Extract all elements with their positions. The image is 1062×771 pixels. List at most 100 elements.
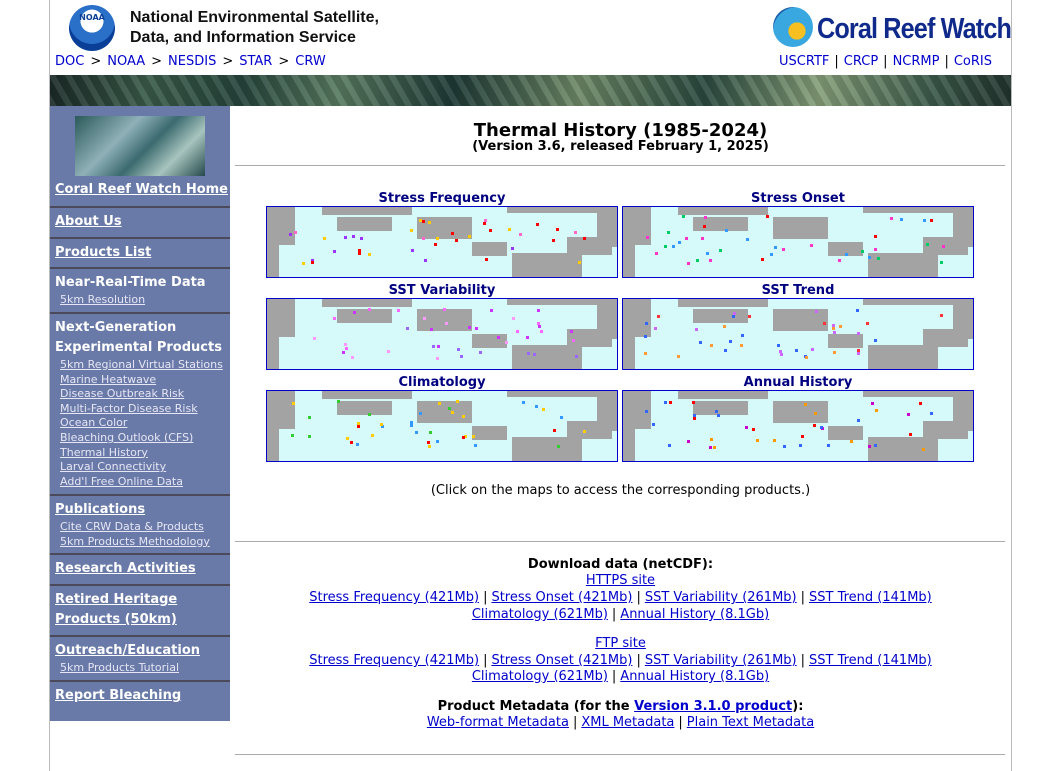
map-reef-marker (371, 434, 375, 438)
sidebar-link-nextgen[interactable]: 5km Regional Virtual Stations (60, 358, 230, 373)
breadcrumb-crw[interactable]: CRW (295, 54, 325, 69)
https-site-link[interactable]: HTTPS site (586, 573, 655, 588)
sidebar-link-nextgen[interactable]: Ocean Color (60, 416, 230, 431)
map-reef-marker (572, 339, 576, 343)
map-landmass (267, 337, 279, 369)
breadcrumb-noaa[interactable]: NOAA (107, 54, 145, 69)
map-landmass (472, 334, 507, 348)
ftp-download-sst-trend[interactable]: SST Trend (141Mb) (809, 653, 932, 668)
download-sst-variability[interactable]: SST Variability (261Mb) (645, 590, 797, 605)
map-reef-marker (534, 405, 538, 409)
ftp-site-link[interactable]: FTP site (595, 636, 646, 651)
breadcrumb-star[interactable]: STAR (239, 54, 272, 69)
map-stress-onset[interactable] (622, 206, 974, 278)
breadcrumb-separator: > (151, 54, 163, 69)
map-reef-marker (291, 434, 295, 438)
sidebar-link-home[interactable]: Coral Reef Watch Home (55, 180, 230, 200)
metadata-text-link[interactable]: Plain Text Metadata (687, 715, 814, 730)
ftp-download-climatology[interactable]: Climatology (621Mb) (472, 669, 608, 684)
download-stress-onset[interactable]: Stress Onset (421Mb) (491, 590, 632, 605)
map-reef-marker (766, 215, 770, 219)
download-sst-trend[interactable]: SST Trend (141Mb) (809, 590, 932, 605)
map-reef-marker (669, 401, 673, 405)
map-reef-marker (437, 344, 440, 348)
map-reef-marker (462, 436, 466, 440)
sidebar-link-nextgen[interactable]: Disease Outbreak Risk (60, 387, 230, 402)
sidebar-item-retired: Retired Heritage Products (50km) (50, 584, 230, 630)
breadcrumb-doc[interactable]: DOC (55, 54, 84, 69)
metadata-xml-link[interactable]: XML Metadata (581, 715, 674, 730)
reef-banner-image (50, 75, 1011, 106)
map-sst-variability[interactable] (266, 298, 618, 370)
map-sst-trend[interactable] (622, 298, 974, 370)
sidebar-link-research[interactable]: Research Activities (55, 559, 230, 579)
download-climatology[interactable]: Climatology (621Mb) (472, 607, 608, 622)
map-reef-marker (368, 253, 372, 257)
map-reef-marker (832, 326, 836, 330)
map-reef-marker (678, 240, 682, 244)
breadcrumb-nesdis[interactable]: NESDIS (168, 54, 216, 69)
map-reef-marker (798, 443, 802, 447)
sidebar-link-tutorial[interactable]: 5km Products Tutorial (60, 661, 230, 676)
map-reef-marker (856, 332, 860, 336)
noaa-logo[interactable]: NOAA (69, 5, 115, 51)
sidebar-link-about[interactable]: About Us (55, 212, 230, 232)
map-reef-marker (773, 245, 777, 249)
sidebar-link-nextgen[interactable]: Bleaching Outlook (CFS) (60, 431, 230, 446)
metadata-web-link[interactable]: Web-format Metadata (427, 715, 569, 730)
map-reef-marker (877, 257, 881, 261)
sidebar-link-retired-2[interactable]: Products (50km) (55, 610, 230, 630)
map-reef-marker (908, 432, 912, 436)
sidebar-link-products-list[interactable]: Products List (55, 243, 230, 263)
download-stress-frequency[interactable]: Stress Frequency (421Mb) (309, 590, 479, 605)
ftp-download-annual-history[interactable]: Annual History (8.1Gb) (620, 669, 769, 684)
map-reef-marker (874, 248, 878, 252)
ftp-download-stress-onset[interactable]: Stress Onset (421Mb) (491, 653, 632, 668)
sidebar-link-cite[interactable]: Cite CRW Data & Products (60, 520, 230, 535)
map-landmass (863, 391, 953, 397)
map-annual-history[interactable] (622, 390, 974, 462)
sidebar-link-nextgen[interactable]: Add'l Free Online Data (60, 475, 230, 490)
map-reef-marker (409, 424, 413, 428)
sidebar-link-outreach[interactable]: Outreach/Education (55, 641, 230, 661)
metadata-version-link[interactable]: Version 3.1.0 product (634, 699, 792, 714)
coral-reef-watch-logo[interactable]: Coral Reef Watch (773, 5, 1011, 51)
sidebar-link-report-bleaching[interactable]: Report Bleaching (55, 686, 230, 706)
https-downloads-row2: Climatology (621Mb) | Annual History (8.1G… (471, 607, 770, 622)
map-reef-marker (685, 236, 689, 240)
sidebar-link-nextgen[interactable]: Larval Connectivity (60, 460, 230, 475)
map-reef-marker (367, 412, 371, 416)
map-landmass (322, 207, 412, 215)
map-landmass (417, 217, 472, 239)
map-climatology[interactable] (266, 390, 618, 462)
partner-link-coris[interactable]: CoRIS (954, 54, 992, 69)
map-landmass (693, 401, 748, 415)
sidebar-link-retired-1[interactable]: Retired Heritage (55, 590, 230, 610)
page-title: Thermal History (1985-2024) (473, 120, 768, 141)
ftp-download-stress-frequency[interactable]: Stress Frequency (421Mb) (309, 653, 479, 668)
sidebar-link-nextgen[interactable]: Thermal History (60, 446, 230, 461)
sidebar-link-nextgen[interactable]: Multi-Factor Disease Risk (60, 402, 230, 417)
map-reef-marker (663, 245, 667, 249)
map-reef-marker (341, 350, 345, 354)
map-reef-marker (539, 329, 543, 333)
partner-link-ncrmp[interactable]: NCRMP (893, 54, 940, 69)
map-reef-marker (310, 261, 314, 265)
ftp-download-sst-variability[interactable]: SST Variability (261Mb) (645, 653, 797, 668)
download-annual-history[interactable]: Annual History (8.1Gb) (620, 607, 769, 622)
map-reef-marker (693, 417, 697, 421)
map-stress-frequency[interactable] (266, 206, 618, 278)
map-reef-marker (860, 249, 864, 253)
sidebar-link-nextgen[interactable]: Marine Heatwave (60, 373, 230, 388)
partner-link-uscrtf[interactable]: USCRTF (779, 54, 829, 69)
map-landmass (267, 245, 279, 277)
map-reef-marker (422, 236, 426, 240)
sidebar-link-publications[interactable]: Publications (55, 500, 230, 520)
sidebar-heading-nextgen-1: Next-Generation (55, 320, 177, 335)
partner-link-crcp[interactable]: CRCP (844, 54, 878, 69)
sidebar-link-methodology[interactable]: 5km Products Methodology (60, 535, 230, 550)
sidebar-link-5km[interactable]: 5km Resolution (60, 293, 230, 308)
map-title-stress-frequency: Stress Frequency (378, 191, 506, 206)
https-downloads-row1: Stress Frequency (421Mb) | Stress Onset (4… (309, 590, 932, 605)
map-landmass (828, 426, 863, 440)
